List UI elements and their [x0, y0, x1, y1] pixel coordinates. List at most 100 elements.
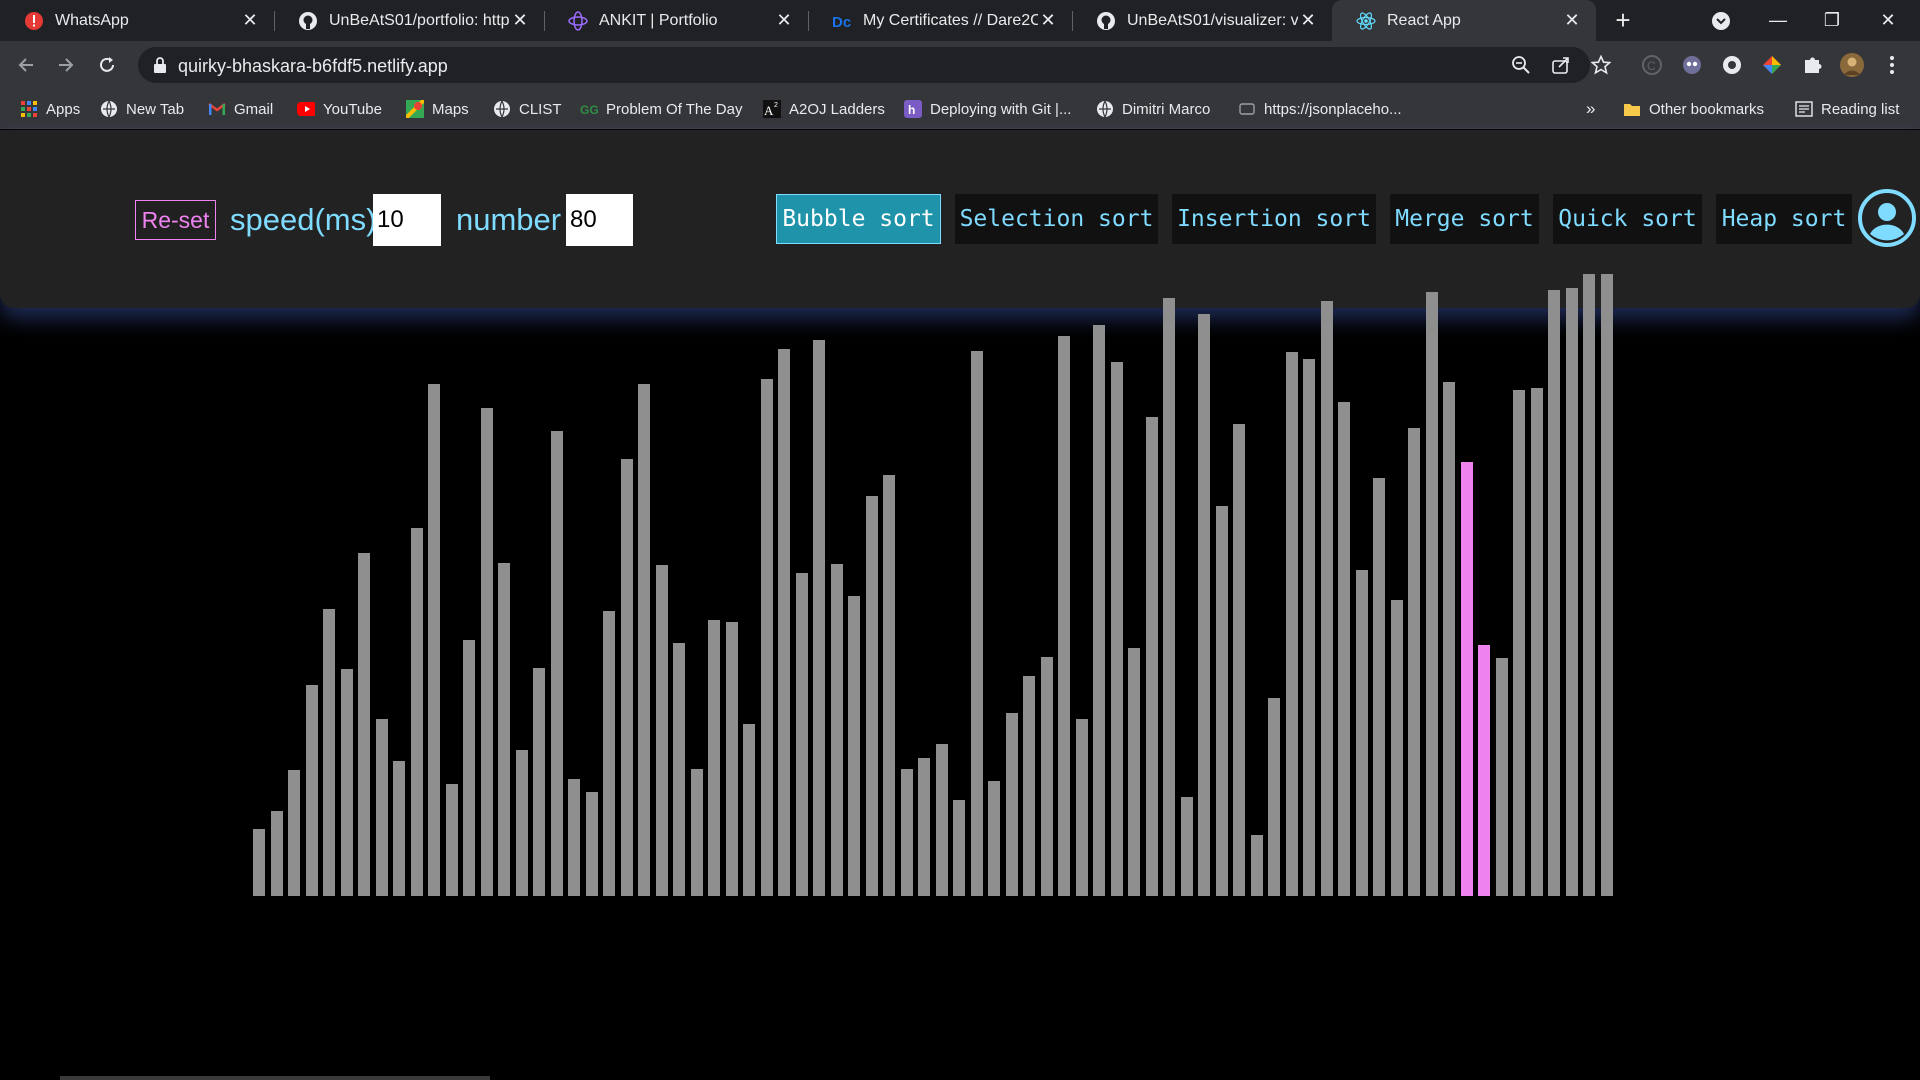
profile-avatar[interactable] — [1840, 53, 1864, 77]
controls-panel: Re-set speed(ms) number Bubble sort Sele… — [0, 130, 1920, 308]
tab-visualizer-repo[interactable]: UnBeAtS01/visualizer: visuali ✕ — [1072, 0, 1332, 41]
array-bar — [428, 383, 440, 896]
svg-text:Dc: Dc — [832, 14, 851, 31]
bookmarks-overflow[interactable]: » — [1586, 89, 1595, 129]
array-bar — [1128, 648, 1140, 896]
reading-list-button[interactable]: Reading list — [1795, 89, 1899, 129]
bookmark-dimitri-marco[interactable]: Dimitri Marco — [1096, 89, 1210, 129]
tab-whatsapp[interactable]: WhatsApp ✕ — [0, 0, 275, 41]
array-bar — [1355, 570, 1368, 896]
new-tab-button[interactable]: + — [1608, 5, 1638, 35]
reset-button[interactable]: Re-set — [135, 200, 216, 240]
extensions-puzzle-icon[interactable] — [1800, 53, 1824, 77]
array-bar — [1303, 359, 1315, 896]
extension-owl-icon[interactable] — [1680, 53, 1704, 77]
close-icon[interactable]: ✕ — [1298, 10, 1318, 31]
reload-icon — [100, 57, 114, 72]
tab-title: My Certificates // Dare2Con — [863, 11, 1038, 29]
number-label: number — [456, 202, 562, 237]
close-icon[interactable]: ✕ — [240, 10, 260, 31]
extension-color-icon[interactable] — [1760, 53, 1784, 77]
close-window-button[interactable]: ✕ — [1866, 0, 1910, 41]
bookmark-label: Deploying with Git |... — [930, 100, 1072, 118]
menu-kebab-icon[interactable] — [1880, 53, 1904, 77]
placeholder-icon — [1238, 100, 1256, 118]
bookmark-youtube[interactable]: YouTube — [297, 89, 382, 129]
array-bar — [1373, 477, 1385, 896]
extension-c-icon[interactable]: C — [1640, 53, 1664, 77]
quick-sort-button[interactable]: Quick sort — [1553, 194, 1702, 244]
tab-react-app[interactable]: React App ✕ — [1332, 0, 1596, 41]
array-bar — [358, 553, 370, 896]
array-bar — [393, 760, 405, 896]
browser-tabstrip: WhatsApp ✕ UnBeAtS01/portfolio: https: ✕… — [0, 0, 1920, 41]
minimize-button[interactable]: — — [1756, 0, 1800, 41]
extension-grammar-icon[interactable] — [1720, 53, 1744, 77]
tab-title: ANKIT | Portfolio — [599, 11, 718, 29]
share-icon[interactable] — [1550, 54, 1572, 76]
tab-ankit-portfolio[interactable]: ANKIT | Portfolio ✕ — [544, 0, 809, 41]
bookmark-apps[interactable]: Apps — [20, 89, 80, 129]
horizontal-scrollbar[interactable] — [60, 1076, 490, 1080]
svg-text:C: C — [1647, 59, 1656, 73]
array-bar — [918, 758, 930, 896]
bookmark-maps[interactable]: Maps — [406, 89, 469, 129]
maps-icon — [406, 100, 424, 118]
tab-search-button[interactable] — [1706, 0, 1736, 41]
bookmark-gmail[interactable]: Gmail — [208, 89, 273, 129]
bookmark-other-bookmarks[interactable]: Other bookmarks — [1623, 89, 1764, 129]
speed-input[interactable] — [373, 194, 441, 246]
selection-sort-button[interactable]: Selection sort — [955, 194, 1158, 244]
array-bar — [988, 781, 1000, 896]
user-avatar-icon[interactable] — [1857, 188, 1917, 248]
array-bar — [585, 792, 598, 896]
back-button[interactable] — [10, 49, 42, 81]
insertion-sort-button[interactable]: Insertion sort — [1172, 194, 1376, 244]
bookmark-a2oj-ladders[interactable]: A2 A2OJ Ladders — [763, 89, 885, 129]
bookmark-problem-of-the-day[interactable]: GG Problem Of The Day — [580, 89, 742, 129]
close-icon[interactable]: ✕ — [1038, 10, 1058, 31]
number-input[interactable] — [566, 194, 633, 246]
bookmark-label: Apps — [46, 100, 81, 118]
heap-sort-button[interactable]: Heap sort — [1716, 194, 1852, 244]
array-bar — [690, 769, 703, 896]
address-bar[interactable]: quirky-bhaskara-b6fdf5.netlify.app — [138, 47, 1611, 83]
bookmark-jsonplaceholder[interactable]: https://jsonplaceho... — [1238, 89, 1402, 129]
array-bar — [673, 643, 685, 896]
close-icon[interactable]: ✕ — [1562, 10, 1582, 31]
close-icon[interactable]: ✕ — [774, 10, 794, 31]
maximize-button[interactable]: ❐ — [1810, 0, 1854, 41]
bubble-sort-button[interactable]: Bubble sort — [776, 194, 941, 244]
close-icon[interactable]: ✕ — [510, 10, 530, 31]
merge-sort-button[interactable]: Merge sort — [1390, 194, 1539, 244]
array-bar — [778, 349, 790, 896]
portfolio-icon — [568, 10, 588, 31]
array-bar — [463, 639, 475, 896]
reload-button[interactable] — [91, 49, 123, 81]
bookmark-clist[interactable]: CLIST — [493, 89, 562, 129]
tab-portfolio-repo[interactable]: UnBeAtS01/portfolio: https: ✕ — [274, 0, 545, 41]
tab-certificates[interactable]: Dc My Certificates // Dare2Con ✕ — [808, 0, 1073, 41]
array-bar — [1495, 658, 1508, 896]
bookmark-deploying-git[interactable]: h Deploying with Git |... — [904, 89, 1071, 129]
svg-text:GG: GG — [580, 103, 598, 115]
array-bar — [1565, 288, 1578, 896]
heroku-icon: h — [904, 100, 922, 118]
forward-button[interactable] — [50, 49, 82, 81]
arrow-left-icon — [18, 58, 33, 72]
array-bar — [1513, 389, 1525, 896]
array-bar — [900, 769, 913, 896]
array-bar — [830, 564, 843, 896]
array-bar — [1530, 388, 1543, 896]
array-bar — [568, 778, 580, 896]
a2oj-icon: A2 — [763, 100, 781, 118]
zoom-icon[interactable] — [1510, 54, 1532, 76]
array-bar — [848, 595, 860, 896]
bookmark-new-tab[interactable]: New Tab — [100, 89, 184, 129]
bookmark-label: A2OJ Ladders — [789, 100, 885, 118]
bookmark-label: Reading list — [1821, 100, 1900, 118]
array-bar — [865, 495, 878, 896]
bookmark-star-icon[interactable] — [1590, 54, 1612, 76]
bookmark-label: Problem Of The Day — [606, 100, 743, 118]
array-bar — [515, 749, 528, 896]
